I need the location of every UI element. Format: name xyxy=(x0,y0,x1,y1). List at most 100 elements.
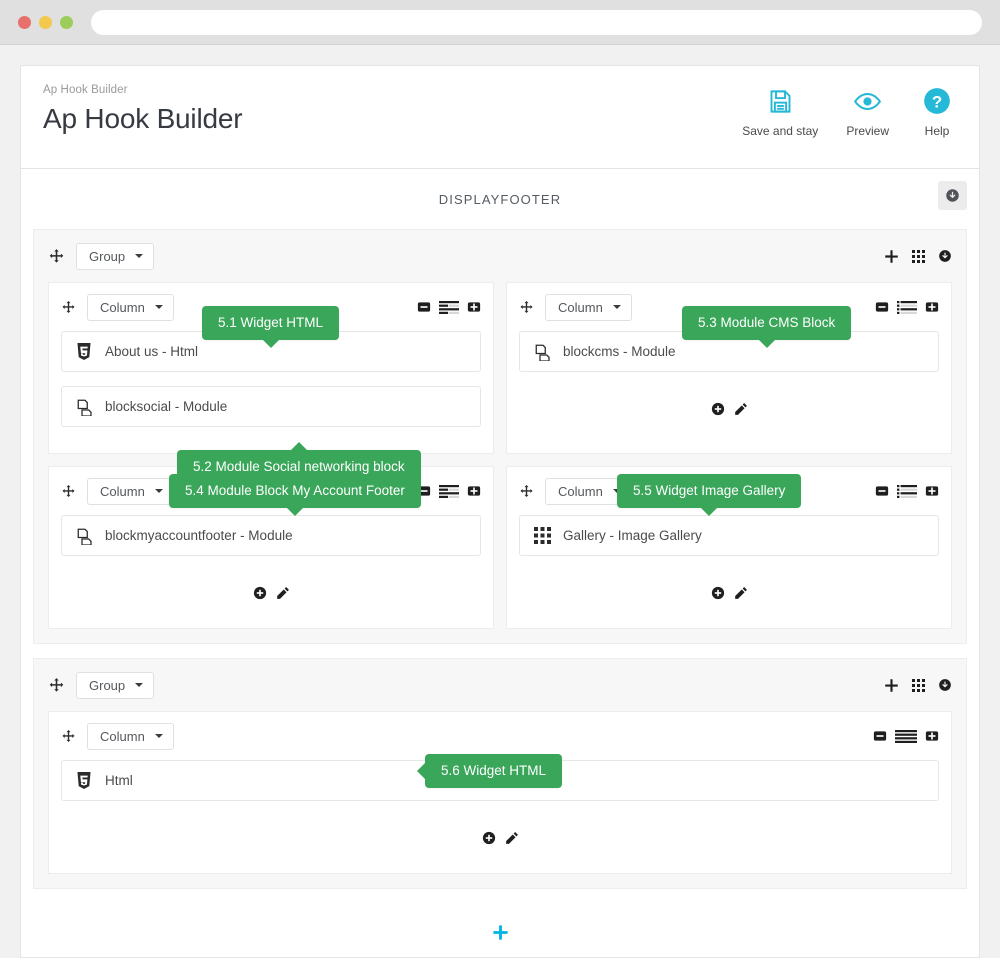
widget-label: blocksocial - Module xyxy=(105,399,228,414)
arrows-move-icon xyxy=(520,300,533,313)
help-button[interactable]: ? Help xyxy=(917,86,957,138)
group-collapse-button[interactable] xyxy=(938,678,952,692)
widget-label: Html xyxy=(105,773,133,788)
column-edit-button[interactable] xyxy=(734,586,748,600)
column-expand-button[interactable] xyxy=(925,300,939,314)
hook-name: DISPLAYFOOTER xyxy=(438,191,562,207)
column-add-widget-button[interactable] xyxy=(711,402,725,416)
widget-label: About us - Html xyxy=(105,344,199,359)
arrows-move-icon xyxy=(520,484,533,497)
column-drag-handle[interactable] xyxy=(61,729,76,744)
column-row: Column xyxy=(48,711,952,874)
column-edit-button[interactable] xyxy=(276,586,290,600)
column-type-select[interactable]: Column xyxy=(87,293,174,321)
column-footer xyxy=(61,815,939,861)
column-add-widget-button[interactable] xyxy=(253,586,267,600)
minus-square-icon xyxy=(873,731,887,741)
hook-builder-panel: DISPLAYFOOTER Group Column About us - Ht… xyxy=(20,169,980,958)
builder-group: Group xyxy=(33,658,967,889)
floppy-disk-icon xyxy=(767,86,794,116)
arrows-move-icon xyxy=(49,248,64,263)
annotation-tooltip: 5.4 Module Block My Account Footer xyxy=(169,474,421,517)
column-expand-button[interactable] xyxy=(925,484,939,498)
minimize-window-button[interactable] xyxy=(39,15,52,29)
plus-circle-icon xyxy=(253,586,266,600)
plus-square-icon xyxy=(925,486,939,496)
column-edit-button[interactable] xyxy=(505,831,519,845)
column-toolbar: Column xyxy=(61,712,939,760)
column-type-select[interactable]: Column xyxy=(545,293,632,321)
pencil-icon xyxy=(505,832,518,844)
column-drag-handle[interactable] xyxy=(61,484,76,499)
add-group-row xyxy=(33,903,967,958)
column-align-button[interactable] xyxy=(897,484,917,498)
plus-icon xyxy=(885,678,898,692)
group-drag-handle[interactable] xyxy=(48,677,65,694)
preview-button[interactable]: Preview xyxy=(846,86,889,138)
column-row: Column xyxy=(48,466,952,629)
plus-circle-icon xyxy=(711,586,724,600)
column-tools xyxy=(875,300,939,314)
builder-group: Group xyxy=(33,229,967,644)
chevron-down-icon xyxy=(154,305,163,309)
page-title: Ap Hook Builder xyxy=(43,103,243,134)
hook-collapse-button[interactable] xyxy=(938,181,967,210)
add-group-button[interactable] xyxy=(492,924,509,941)
column-type-select[interactable]: Column xyxy=(87,477,174,505)
annotation-tooltip: 5.6 Widget HTML xyxy=(416,754,563,789)
pencil-icon xyxy=(734,587,747,599)
pencil-icon xyxy=(734,403,747,415)
column-drag-handle[interactable] xyxy=(519,300,534,315)
column-expand-button[interactable] xyxy=(467,484,481,498)
column-expand-button[interactable] xyxy=(467,300,481,314)
align-lines-icon xyxy=(439,300,459,314)
group-type-select[interactable]: Group xyxy=(76,242,155,270)
widget-item[interactable]: blockmyaccountfooter - Module xyxy=(61,515,481,556)
address-bar[interactable] xyxy=(91,9,982,35)
minus-square-icon xyxy=(875,486,889,496)
chevron-down-icon xyxy=(612,305,621,309)
column-shrink-button[interactable] xyxy=(875,484,889,498)
column-shrink-button[interactable] xyxy=(875,300,889,314)
column-shrink-button[interactable] xyxy=(873,729,887,743)
column-shrink-button[interactable] xyxy=(417,300,431,314)
close-window-button[interactable] xyxy=(18,15,31,29)
module-copy-icon xyxy=(534,343,552,361)
plus-icon xyxy=(492,924,508,940)
column-align-button[interactable] xyxy=(439,300,459,314)
widget-item[interactable]: Gallery - Image Gallery xyxy=(519,515,939,556)
column-type-label: Column xyxy=(100,299,145,315)
column-add-widget-button[interactable] xyxy=(711,586,725,600)
group-add-button[interactable] xyxy=(884,678,899,693)
maximize-window-button[interactable] xyxy=(60,15,73,29)
group-layout-button[interactable] xyxy=(912,249,925,263)
group-add-button[interactable] xyxy=(884,249,899,264)
group-drag-handle[interactable] xyxy=(48,248,65,265)
widget-item[interactable]: blocksocial - Module xyxy=(61,386,481,427)
annotation-tooltip: 5.5 Widget Image Gallery xyxy=(617,474,802,517)
widget-label: blockmyaccountfooter - Module xyxy=(105,528,293,543)
html5-icon xyxy=(76,343,94,360)
column-add-widget-button[interactable] xyxy=(482,831,496,845)
pencil-icon xyxy=(276,587,289,599)
column-align-button[interactable] xyxy=(439,484,459,498)
column-drag-handle[interactable] xyxy=(519,484,534,499)
annotation-tooltip: 5.1 Widget HTML xyxy=(202,306,340,349)
header-actions: Save and stay Preview ? Help xyxy=(742,82,957,138)
column-type-select[interactable]: Column xyxy=(87,722,174,750)
group-layout-button[interactable] xyxy=(912,678,925,692)
column-type-label: Column xyxy=(558,483,603,499)
arrow-circle-down-icon xyxy=(946,189,959,202)
group-type-select[interactable]: Group xyxy=(76,671,155,699)
preview-label: Preview xyxy=(846,124,889,138)
column-type-label: Column xyxy=(100,483,145,499)
column-edit-button[interactable] xyxy=(734,402,748,416)
arrow-circle-down-icon xyxy=(939,679,951,691)
column-drag-handle[interactable] xyxy=(61,300,76,315)
column-align-button[interactable] xyxy=(895,729,917,743)
module-copy-icon xyxy=(76,527,94,545)
save-and-stay-button[interactable]: Save and stay xyxy=(742,86,818,138)
column-align-button[interactable] xyxy=(897,300,917,314)
group-collapse-button[interactable] xyxy=(938,249,952,263)
column-expand-button[interactable] xyxy=(925,729,939,743)
